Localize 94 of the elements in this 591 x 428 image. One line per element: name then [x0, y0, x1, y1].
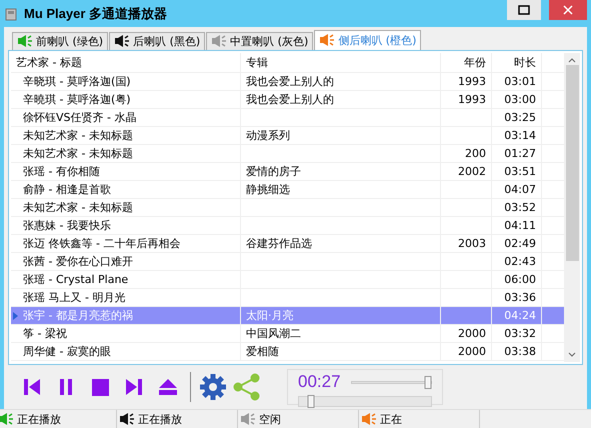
table-cell: 徐怀钰VS任贤齐 - 水晶 — [11, 108, 241, 126]
playlist-row[interactable]: 张瑶 - Crystal Plane 06:00 — [11, 270, 564, 289]
table-cell: 1993 — [441, 90, 492, 108]
settings-button[interactable] — [199, 373, 227, 402]
playlist-row[interactable]: 未知艺术家 - 未知标题 03:52 — [11, 198, 564, 217]
table-cell: 2000 — [441, 324, 492, 342]
table-cell: 03:52 — [492, 198, 542, 216]
table-cell: 张瑶 马上又 - 明月光 — [11, 288, 241, 306]
table-cell: 03:51 — [492, 162, 542, 180]
elapsed-time: 00:27 — [298, 372, 341, 392]
table-cell: 2002 — [441, 162, 492, 180]
table-cell: 2000 — [441, 342, 492, 360]
playlist-row[interactable]: 辛晓琪 - 莫呼洛迦(国) 我也会爱上别人的 1993 03:01 — [11, 72, 564, 91]
table-cell: 张惠妹 - 我要快乐 — [11, 216, 241, 234]
tab[interactable]: 中置喇叭 (灰色) — [206, 32, 314, 50]
maximize-icon — [518, 5, 530, 15]
close-icon — [563, 5, 573, 15]
table-cell: 未知艺术家 - 未知标题 — [11, 126, 241, 144]
app-icon — [4, 6, 18, 20]
tab[interactable]: 前喇叭 (绿色) — [12, 32, 108, 50]
skip-next-icon — [125, 378, 143, 396]
table-cell: 俞静 - 相逢是首歌 — [11, 180, 241, 198]
share-icon — [233, 373, 261, 402]
table-cell: 爱相随 — [241, 342, 441, 360]
playlist-row[interactable]: 周华健 - 寂寞的眼 爱相随 2000 03:38 — [11, 342, 564, 361]
eject-icon — [158, 378, 178, 396]
status-text: 正在 — [380, 412, 402, 426]
pause-icon — [58, 378, 74, 396]
table-cell: 03:25 — [492, 108, 542, 126]
table-cell: 我也会爱上别人的 — [241, 72, 441, 90]
table-cell: 张茜 - 爱你在心口难开 — [11, 252, 241, 270]
playlist-row[interactable]: 俞静 - 相逢是首歌 静挑细选 04:07 — [11, 180, 564, 199]
table-cell: 1993 — [441, 72, 492, 90]
scrollbar[interactable] — [564, 52, 580, 362]
table-cell: 02:49 — [492, 234, 542, 252]
playlist-row[interactable]: 筝 - 梁祝 中国风潮二 2000 03:32 — [11, 324, 564, 343]
table-cell: 02:43 — [492, 252, 542, 270]
playlist-row[interactable]: 张惠妹 - 我要快乐 04:11 — [11, 216, 564, 235]
table-cell: 03:36 — [492, 288, 542, 306]
table-cell: 动漫系列 — [241, 126, 441, 144]
table-cell: 静挑细选 — [241, 180, 441, 198]
table-cell: 谷建芬作品选 — [241, 234, 441, 252]
table-cell: 03:38 — [492, 342, 542, 360]
table-cell: 04:11 — [492, 216, 542, 234]
table-cell: 张瑶 - Crystal Plane — [11, 270, 241, 288]
stop-icon — [92, 378, 108, 396]
playlist-row[interactable]: 张迈 佟铁鑫等 - 二十年后再相会 谷建芬作品选 2003 02:49 — [11, 234, 564, 253]
table-cell: 周华健 - 寂寞的眼 — [11, 342, 241, 360]
table-cell: 张瑶 - 有你相随 — [11, 162, 241, 180]
window-title: Mu Player 多通道播放器 — [24, 4, 168, 22]
playlist-row[interactable]: 徐怀钰VS任贤齐 - 水晶 03:25 — [11, 108, 564, 127]
table-cell: 03:00 — [492, 90, 542, 108]
status-text: 空闲 — [259, 412, 281, 426]
table-cell: 辛曉琪 - 莫呼洛迦(粤) — [11, 90, 241, 108]
playlist-row[interactable]: 未知艺术家 - 未知标题 200 01:27 — [11, 144, 564, 163]
maximize-button[interactable] — [507, 0, 541, 20]
table-cell: 筝 - 梁祝 — [11, 324, 241, 342]
skip-previous-icon — [23, 378, 41, 396]
scroll-down-icon[interactable] — [568, 352, 576, 358]
table-cell: 03:32 — [492, 324, 542, 342]
tab[interactable]: 侧后喇叭 (橙色) — [314, 30, 422, 50]
table-cell: 01:27 — [492, 144, 542, 162]
scroll-thumb[interactable] — [566, 64, 578, 261]
status-text: 正在播放 — [17, 412, 61, 426]
playlist-row[interactable]: 未知艺术家 - 未知标题 动漫系列 03:14 — [11, 126, 564, 145]
table-cell: 中国风潮二 — [241, 324, 441, 342]
volume-slider[interactable] — [350, 376, 432, 389]
tab[interactable]: 后喇叭 (黑色) — [109, 32, 206, 50]
table-cell: 06:00 — [492, 270, 542, 288]
table-cell: 我也会爱上别人的 — [241, 90, 441, 108]
table-cell: 张宇 - 都是月亮惹的祸 — [11, 306, 241, 324]
table-cell: 太阳·月亮 — [241, 306, 441, 324]
table-cell: 04:24 — [492, 306, 542, 324]
status-text: 正在播放 — [138, 412, 182, 426]
table-cell: 04:07 — [492, 180, 542, 198]
slider-thumb[interactable] — [424, 376, 432, 389]
table-cell: 03:01 — [492, 72, 542, 90]
close-button[interactable] — [549, 0, 587, 20]
table-cell: 未知艺术家 - 未知标题 — [11, 198, 241, 216]
scroll-up-icon[interactable] — [568, 56, 576, 63]
table-cell: 爱情的房子 — [241, 162, 441, 180]
table-cell: 辛晓琪 - 莫呼洛迦(国) — [11, 72, 241, 90]
playlist-row[interactable]: 张茜 - 爱你在心口难开 02:43 — [11, 252, 564, 271]
table-cell: 2003 — [441, 234, 492, 252]
table-cell: 200 — [441, 144, 492, 162]
current-track-icon — [13, 312, 18, 320]
table-cell: 张迈 佟铁鑫等 - 二十年后再相会 — [11, 234, 241, 252]
gear-icon — [200, 374, 226, 400]
playlist-row[interactable]: 张瑶 - 有你相随 爱情的房子 2002 03:51 — [11, 162, 564, 181]
table-cell: 03:14 — [492, 126, 542, 144]
table-cell: 未知艺术家 - 未知标题 — [11, 144, 241, 162]
slider-thumb[interactable] — [308, 395, 315, 408]
seek-slider[interactable] — [298, 395, 432, 408]
playlist-row[interactable]: 辛曉琪 - 莫呼洛迦(粤) 我也会爱上别人的 1993 03:00 — [11, 90, 564, 109]
